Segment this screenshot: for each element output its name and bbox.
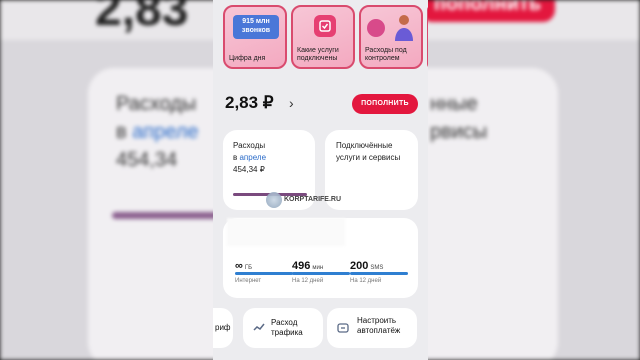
stat-caption: Интернет — [235, 278, 262, 284]
watermark-globe-icon — [266, 192, 282, 208]
stat-caption: На 12 дней — [292, 278, 324, 284]
bg-expenses-title: Расходы — [116, 93, 197, 115]
bg-services-text: нные рвисы — [430, 90, 487, 146]
balance-amount[interactable]: 2,83 ₽ — [225, 93, 274, 113]
services-title: Подключённые услуги и сервисы — [336, 141, 401, 162]
stat-sms: 200 SMS На 12 дней — [350, 256, 408, 284]
stat-bar — [235, 272, 293, 275]
stat-unit: ГБ — [244, 265, 253, 271]
story-card-expenses[interactable]: Расходы под контролем — [359, 5, 423, 69]
bg-expenses-amount: 454,34 — [116, 149, 178, 171]
action-tariff[interactable]: риф — [213, 308, 233, 348]
story-label: Цифра дня — [229, 55, 266, 62]
story-card-partial[interactable] — [427, 5, 428, 69]
bg-topup-button: пополнить — [420, 0, 555, 22]
bg-expenses-text: Расходы в апреле 454,34 — [116, 90, 199, 174]
stat-minutes: 496 мин На 12 дней — [292, 256, 350, 284]
stat-caption: На 12 дней — [350, 278, 382, 284]
autopay-icon — [337, 323, 349, 333]
action-label: риф — [215, 323, 231, 332]
blurred-block — [227, 218, 345, 246]
stat-unit: мин — [312, 265, 324, 271]
checklist-icon — [314, 15, 336, 37]
stat-value: ∞ — [235, 260, 243, 272]
action-autopay[interactable]: Настроить автоплатёж — [327, 308, 417, 348]
story-label: Какие услуги подключены — [297, 47, 339, 62]
expenses-amount: 454,34 ₽ — [233, 165, 265, 174]
person-icon — [395, 15, 413, 41]
traffic-icon — [253, 323, 265, 331]
chevron-right-icon[interactable]: › — [289, 95, 294, 111]
topup-button[interactable]: пополнить — [352, 94, 418, 114]
action-label: Настроить автоплатёж — [357, 316, 401, 335]
bg-expenses-in: в — [116, 121, 133, 143]
stat-value: 496 — [292, 260, 311, 272]
story-promo-badge: 915 млн звонков — [233, 15, 279, 39]
action-traffic[interactable]: Расход трафика — [243, 308, 323, 348]
story-label: Расходы под контролем — [365, 47, 407, 62]
action-label: Расход трафика — [271, 318, 303, 337]
bg-services-line1: нные — [430, 93, 478, 115]
watermark-text: KORPTARIFE.RU — [284, 196, 342, 203]
ruble-badge-icon — [367, 19, 385, 37]
story-card-number-of-day[interactable]: 915 млн звонков Цифра дня — [223, 5, 287, 69]
stat-bar — [292, 272, 350, 275]
bg-services-line2: рвисы — [430, 121, 488, 143]
stat-unit: SMS — [370, 265, 384, 271]
expenses-month: апреле — [239, 153, 267, 162]
phone-screen: 915 млн звонков Цифра дня Какие услуги п… — [213, 0, 428, 360]
stat-bar — [350, 272, 408, 275]
story-card-services[interactable]: Какие услуги подключены — [291, 5, 355, 69]
expenses-title: Расходы — [233, 141, 266, 150]
stat-value: 200 — [350, 260, 369, 272]
bg-expenses-month: апреле — [132, 121, 199, 143]
bg-balance-amount: 2,83 — [95, 0, 189, 36]
stat-internet: ∞ ГБ Интернет — [235, 256, 293, 284]
